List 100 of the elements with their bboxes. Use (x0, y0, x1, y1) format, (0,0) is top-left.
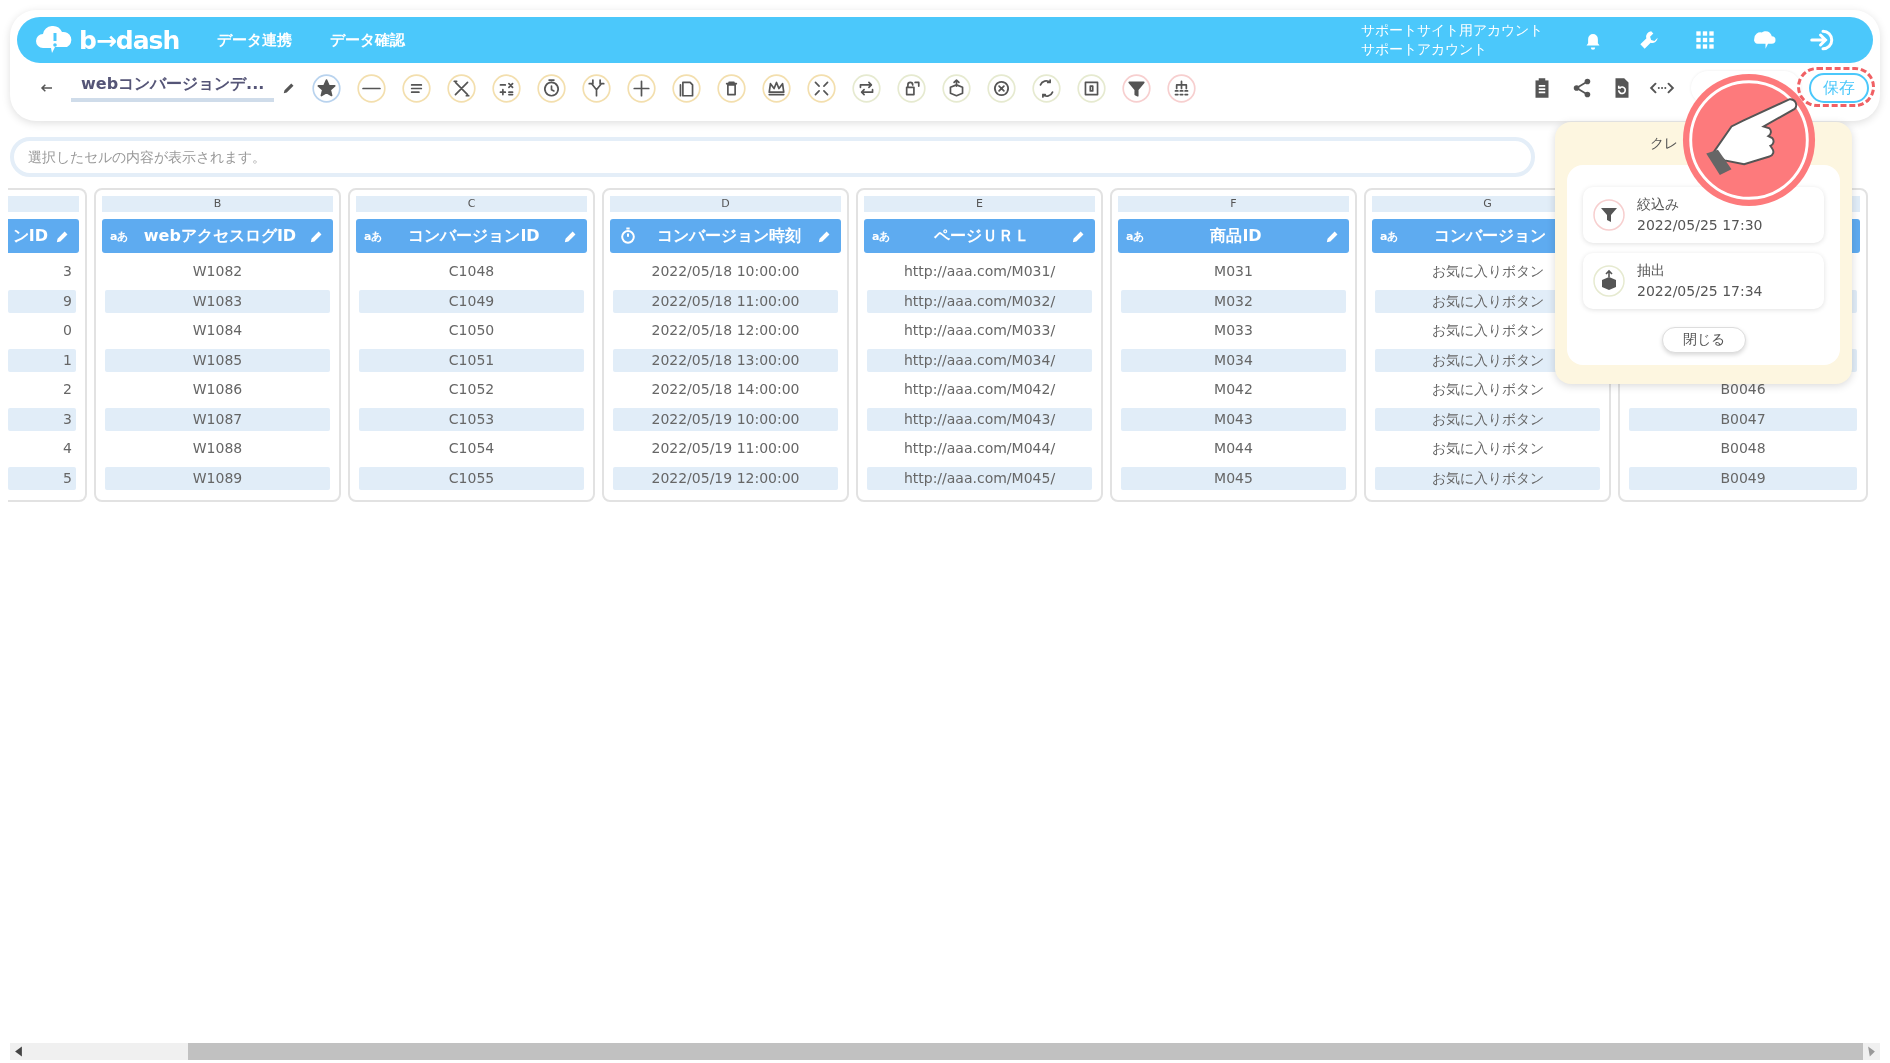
stopwatch-icon (618, 226, 638, 246)
table-cell: M045 (1121, 466, 1346, 490)
table-cell-text: M044 (1213, 439, 1254, 458)
table-cell-text: http://aaa.com/M033/ (902, 321, 1057, 340)
cell-content-field[interactable]: 選択したセルの内容が表示されます。 (10, 137, 1535, 177)
table-cell: W1087 (105, 407, 330, 431)
filter-icon (1593, 199, 1625, 231)
table-cell: http://aaa.com/M043/ (867, 407, 1092, 431)
history-time: 2022/05/25 17:30 (1637, 216, 1763, 235)
close-circle-icon[interactable] (987, 73, 1017, 103)
column-header[interactable]: aあ 商品ID (1118, 219, 1349, 253)
filter-icon[interactable] (1122, 73, 1152, 103)
table-cell: 2022/05/19 12:00:00 (613, 466, 838, 490)
table-cell-text: お気に入りボタン (1430, 380, 1545, 399)
account-name: サポートアカウント (1361, 40, 1488, 59)
lines-icon[interactable] (402, 73, 432, 103)
table-cell: お気に入りボタン (1375, 466, 1600, 490)
table-cell: http://aaa.com/M045/ (867, 466, 1092, 490)
table-cell-text: お気に入りボタン (1430, 439, 1545, 458)
table-cell-text: C1048 (447, 262, 496, 281)
table-cell-text: 0 (62, 321, 73, 340)
copy-icon[interactable] (672, 73, 702, 103)
table-cell-text: http://aaa.com/M044/ (902, 439, 1057, 458)
table-cell: C1055 (359, 466, 584, 490)
repeat-icon[interactable] (852, 73, 882, 103)
table-cell-text: 2022/05/18 12:00:00 (650, 321, 801, 340)
crown-icon[interactable] (762, 73, 792, 103)
swap-arrows-icon[interactable] (1032, 73, 1062, 103)
table-cell-text: C1052 (447, 380, 496, 399)
column-header[interactable]: ンID (8, 219, 79, 253)
column-header[interactable]: aあ webアクセスログID (102, 219, 333, 253)
frame-icon[interactable] (1077, 73, 1107, 103)
table-cell: http://aaa.com/M032/ (867, 289, 1092, 313)
column-header[interactable]: aあ ページＵＲＬ (864, 219, 1095, 253)
history-label: 絞込み (1637, 195, 1679, 214)
table-cell: W1089 (105, 466, 330, 490)
table-cell: 5 (8, 466, 76, 490)
table-cell: B0047 (1629, 407, 1857, 431)
table-cell-text: 2022/05/19 11:00:00 (650, 439, 801, 458)
box-icon (1593, 265, 1625, 297)
column-letter: C (356, 196, 587, 212)
table-cell: お気に入りボタン (1375, 407, 1600, 431)
column-header[interactable]: コンバージョン時刻 (610, 219, 841, 253)
nav-link[interactable]: データ確認 (330, 30, 406, 50)
table-cell-text: C1054 (447, 439, 496, 458)
nav-link[interactable]: データ連携 (217, 30, 293, 50)
table-cell-text: C1050 (447, 321, 496, 340)
table-cell-text: お気に入りボタン (1430, 262, 1545, 281)
column-letter: D (610, 196, 841, 212)
table-cell-text: 2022/05/18 10:00:00 (650, 262, 801, 281)
table-cell: M043 (1121, 407, 1346, 431)
lock-icon[interactable] (897, 73, 927, 103)
column-letter: F (1118, 196, 1349, 212)
table-cell: M032 (1121, 289, 1346, 313)
table-cell: B0049 (1629, 466, 1857, 490)
table-cell-text: http://aaa.com/M042/ (902, 380, 1057, 399)
history-label: 抽出 (1637, 261, 1665, 280)
collapse-icon[interactable] (807, 73, 837, 103)
table-cell: 1 (8, 348, 76, 372)
table-cell: 2022/05/19 10:00:00 (613, 407, 838, 431)
table-cell-text: 2 (62, 380, 73, 399)
table-cell: C1053 (359, 407, 584, 431)
column-letter (8, 196, 79, 212)
table-cell: 2022/05/18 11:00:00 (613, 289, 838, 313)
table-cell-text: W1082 (191, 262, 244, 281)
save-button[interactable]: 保存 (1809, 73, 1869, 103)
table-cell-text: 3 (62, 262, 73, 281)
table-cell: http://aaa.com/M034/ (867, 348, 1092, 372)
history-item[interactable]: 絞込み 2022/05/25 17:30 (1583, 187, 1824, 243)
hierarchy-icon[interactable] (1167, 73, 1197, 103)
column-header[interactable]: aあ コンバージョンID (356, 219, 587, 253)
table-cell: 2022/05/18 13:00:00 (613, 348, 838, 372)
stopwatch-icon[interactable] (537, 73, 567, 103)
column-letter: B (102, 196, 333, 212)
table-cell-text: M031 (1213, 262, 1254, 281)
trash-icon[interactable] (717, 73, 747, 103)
plus-icon[interactable] (627, 73, 657, 103)
box-icon[interactable] (942, 73, 972, 103)
table-cell-text: 4 (62, 439, 73, 458)
history-time: 2022/05/25 17:34 (1637, 282, 1763, 301)
table-cell-text: W1084 (191, 321, 244, 340)
math-icon[interactable] (492, 73, 522, 103)
project-title[interactable]: webコンバージョンデ... (71, 74, 275, 102)
table-cell: C1049 (359, 289, 584, 313)
account-name: サポートサイト用アカウント (1361, 21, 1543, 40)
table-cell-text: B0046 (1719, 380, 1767, 399)
table-cell: W1083 (105, 289, 330, 313)
table-cell-text: W1088 (191, 439, 244, 458)
close-button[interactable]: 閉じる (1661, 327, 1746, 353)
table-cell-text: W1086 (191, 380, 244, 399)
table-cell-text: http://aaa.com/M031/ (902, 262, 1057, 281)
history-item[interactable]: 抽出 2022/05/25 17:34 (1583, 253, 1824, 309)
table-cell: C1051 (359, 348, 584, 372)
table-cell-text: お気に入りボタン (1430, 321, 1545, 340)
table-cell: W1085 (105, 348, 330, 372)
table-cell-text: M033 (1213, 321, 1254, 340)
table-cell: 9 (8, 289, 76, 313)
fork-icon[interactable] (582, 73, 612, 103)
table-cell-text: M042 (1213, 380, 1254, 399)
table-cell: M034 (1121, 348, 1346, 372)
